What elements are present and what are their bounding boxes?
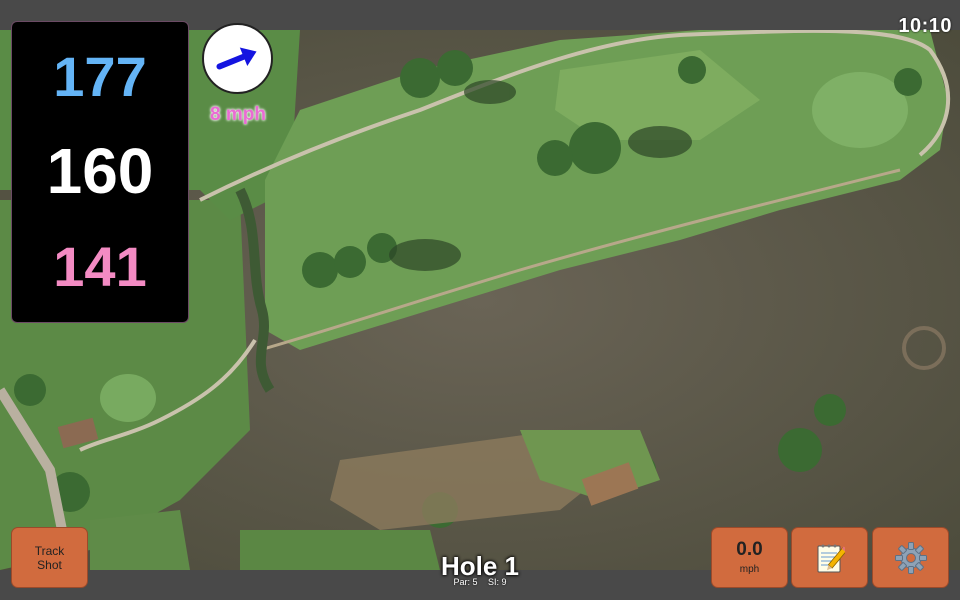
wind-direction-dial xyxy=(202,23,273,94)
distance-back-of-green: 177 xyxy=(53,45,147,108)
distance-middle-of-green: 160 xyxy=(46,135,154,207)
hole-stroke-index: SI: 9 xyxy=(488,577,507,587)
hole-par: Par: 5 xyxy=(453,577,478,587)
hole-meta: Par: 5 SI: 9 xyxy=(380,577,580,587)
distance-front-of-green: 141 xyxy=(53,235,147,298)
clock: 10:10 xyxy=(898,15,952,37)
track-shot-label-line2: Shot xyxy=(37,557,62,572)
track-shot-label-line1: Track xyxy=(34,543,65,558)
speed-button[interactable]: 0.0 mph xyxy=(712,528,787,587)
track-shot-button[interactable]: Track Shot xyxy=(12,528,87,587)
settings-button[interactable] xyxy=(873,528,948,587)
speed-unit: mph xyxy=(739,564,760,575)
gear-icon xyxy=(894,541,927,574)
wind-direction-arrow-icon xyxy=(216,47,257,70)
wind-speed-label: 8 mph xyxy=(210,104,266,125)
distance-panel: 177 160 141 xyxy=(12,22,188,322)
notepad-icon xyxy=(817,544,845,572)
speed-value: 0.0 xyxy=(736,539,763,560)
notes-button[interactable] xyxy=(792,528,867,587)
